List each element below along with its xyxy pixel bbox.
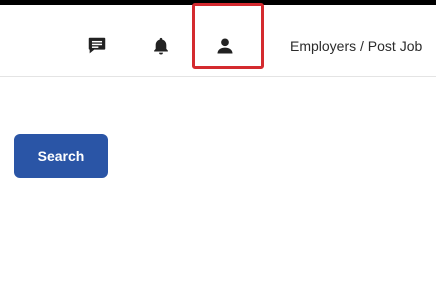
search-button[interactable]: Search [14, 134, 108, 178]
notifications-button[interactable] [147, 32, 175, 60]
employers-post-job-link[interactable]: Employers / Post Job [290, 38, 422, 54]
chat-bubble-icon [88, 37, 106, 54]
messages-button[interactable] [83, 32, 111, 60]
header-divider [0, 76, 436, 77]
bell-icon [154, 37, 168, 55]
profile-highlight-annotation [192, 3, 264, 69]
